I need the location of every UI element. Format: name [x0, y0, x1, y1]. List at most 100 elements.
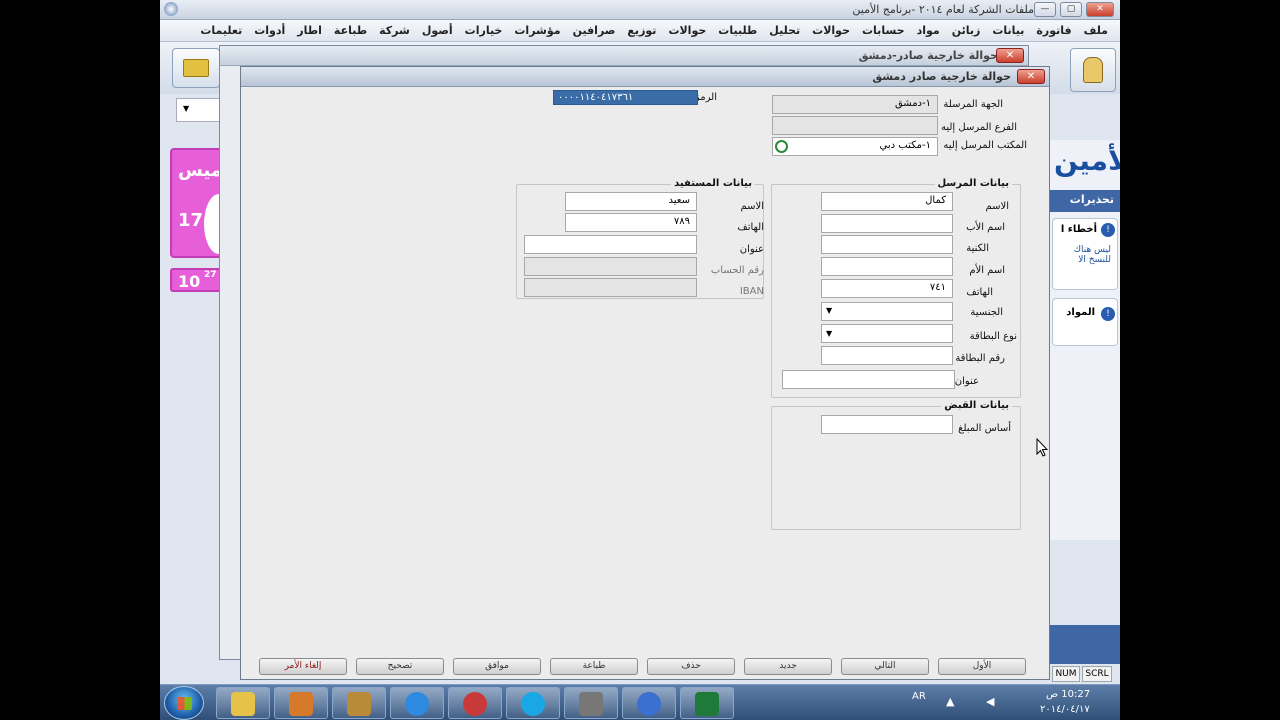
scrl-indicator: SCRL: [1082, 666, 1112, 682]
status-bar: NUM SCRL: [1050, 664, 1120, 684]
open-folder-button[interactable]: [172, 48, 220, 88]
sender-entity-label: الجهة المرسلة: [943, 99, 1003, 110]
menu-item[interactable]: أدوات: [254, 20, 285, 42]
close-dialog-button[interactable]: ✕: [1017, 69, 1045, 84]
menu-item[interactable]: مؤشرات: [514, 20, 560, 42]
beneficiary-name-field[interactable]: سعيد: [565, 192, 697, 211]
transfer-dialog: حوالة خارجية صادر دمشق ✕ الرمز ٠٠٠٠١١٤٠٤…: [240, 66, 1050, 680]
folder-icon: [183, 59, 209, 77]
beneficiary-phone-field[interactable]: ٧٨٩: [565, 213, 697, 232]
iban-label: IBAN: [739, 286, 764, 297]
taskbar: AR ▲ ◀ 10:27 ص ٢٠١٤/٠٤/١٧: [160, 684, 1120, 720]
sender-entity-field[interactable]: ١-دمشق: [772, 95, 938, 114]
edit-button[interactable]: تصحيح: [356, 658, 444, 675]
account-number-label: رقم الحساب: [710, 265, 764, 276]
sender-father-field[interactable]: [821, 214, 953, 233]
menu-item[interactable]: تحليل: [769, 20, 800, 42]
taskbar-tools[interactable]: [332, 687, 386, 719]
search-icon[interactable]: [775, 140, 788, 153]
code-field[interactable]: ٠٠٠٠١١٤٠٤١٧٣٦١: [553, 90, 698, 105]
date-day: 10: [178, 272, 201, 291]
ok-button[interactable]: موافق: [453, 658, 541, 675]
new-button[interactable]: جديد: [744, 658, 832, 675]
chevron-down-icon: ▼: [826, 329, 833, 338]
menu-item[interactable]: طلبيات: [718, 20, 757, 42]
sender-nationality-select[interactable]: [821, 302, 953, 321]
day-number: 17: [178, 210, 204, 231]
taskbar-excel[interactable]: [680, 687, 734, 719]
sender-mother-field[interactable]: [821, 257, 953, 276]
menu-item[interactable]: مواد: [917, 20, 940, 42]
language-indicator[interactable]: AR: [912, 691, 926, 702]
right-side-panel: الأمين تحذيرات ! أخطاء ا ليس هناك للنسخ …: [1050, 140, 1120, 540]
menu-item[interactable]: طباعة: [334, 20, 367, 42]
combo-box[interactable]: ▼: [176, 98, 220, 122]
menu-item[interactable]: فاتورة: [1036, 20, 1071, 42]
first-button[interactable]: الأول: [938, 658, 1026, 675]
target-office-field[interactable]: ١-مكتب دبي: [772, 137, 938, 156]
menu-item[interactable]: حسابات: [862, 20, 905, 42]
taskbar-amin[interactable]: [622, 687, 676, 719]
sender-card-no-label: رقم البطاقة: [955, 353, 1005, 364]
sender-name-field[interactable]: كمال: [821, 192, 953, 211]
tools-icon: [347, 692, 371, 716]
close-app-button[interactable]: ✕: [1086, 2, 1114, 17]
sender-surname-field[interactable]: [821, 235, 953, 254]
menu-item[interactable]: أصول: [422, 20, 453, 42]
beneficiary-address-field[interactable]: [524, 235, 697, 254]
sender-card-no-field[interactable]: [821, 346, 953, 365]
sender-mother-label: اسم الأم: [969, 265, 1005, 276]
sender-address-label: عنوان: [954, 376, 979, 387]
clock-time[interactable]: 10:27 ص: [1046, 689, 1090, 700]
sender-phone-field[interactable]: ٧٤١: [821, 279, 953, 298]
code-label: الرمز: [694, 92, 717, 103]
day-name-tile: ميس 17: [170, 148, 234, 258]
menu-item[interactable]: توزيع: [627, 20, 656, 42]
menu-item[interactable]: شركة: [379, 20, 410, 42]
tamin-app-icon: [463, 692, 487, 716]
menu-item[interactable]: زبائن: [952, 20, 981, 42]
amount-field[interactable]: [821, 415, 953, 434]
start-button[interactable]: [164, 686, 204, 720]
materials-title: المواد: [1066, 307, 1095, 318]
account-number-field[interactable]: [524, 257, 697, 276]
sender-address-field[interactable]: [782, 370, 955, 389]
cancel-button[interactable]: إلغاء الأمر: [259, 658, 347, 675]
brand-logo: الأمين: [1054, 144, 1120, 177]
internet-explorer-icon: [405, 692, 429, 716]
beneficiary-name-label: الاسم: [740, 201, 764, 212]
taskbar-printer[interactable]: [564, 687, 618, 719]
target-branch-field[interactable]: [772, 116, 938, 135]
delete-button[interactable]: حذف: [647, 658, 735, 675]
taskbar-skype[interactable]: [506, 687, 560, 719]
menu-item[interactable]: خيارات: [465, 20, 503, 42]
iban-field[interactable]: [524, 278, 697, 297]
taskbar-explorer[interactable]: [216, 687, 270, 719]
menu-item[interactable]: صرافين: [573, 20, 616, 42]
menu-item[interactable]: حوالات: [668, 20, 706, 42]
speaker-icon[interactable]: ◀: [986, 695, 994, 708]
next-button[interactable]: التالي: [841, 658, 929, 675]
sender-nationality-label: الجنسية: [970, 307, 1003, 318]
menu-item[interactable]: اطار: [297, 20, 322, 42]
taskbar-tamin[interactable]: [448, 687, 502, 719]
menu-item[interactable]: بيانات: [992, 20, 1024, 42]
sender-card-type-select[interactable]: [821, 324, 953, 343]
taskbar-media-player[interactable]: [274, 687, 328, 719]
taskbar-ie[interactable]: [390, 687, 444, 719]
menu-item[interactable]: ملف: [1084, 20, 1108, 42]
sender-father-label: اسم الأب: [966, 222, 1005, 233]
warning-card[interactable]: ! أخطاء ا ليس هناك للنسخ الا: [1052, 218, 1118, 290]
menu-item[interactable]: تعليمات: [200, 20, 242, 42]
minimize-button[interactable]: —: [1034, 2, 1056, 17]
dialog-title: حوالة خارجية صادر دمشق: [872, 70, 1011, 83]
print-button[interactable]: طباعة: [550, 658, 638, 675]
maximize-button[interactable]: ▢: [1060, 2, 1082, 17]
windows-logo-icon: [177, 697, 192, 710]
materials-card[interactable]: ! المواد: [1052, 298, 1118, 346]
menu-item[interactable]: حوالات: [812, 20, 850, 42]
close-back-window-button[interactable]: ✕: [996, 48, 1024, 63]
users-button[interactable]: [1070, 48, 1116, 92]
clock-date[interactable]: ٢٠١٤/٠٤/١٧: [1040, 704, 1090, 715]
network-icon[interactable]: ▲: [946, 695, 954, 708]
